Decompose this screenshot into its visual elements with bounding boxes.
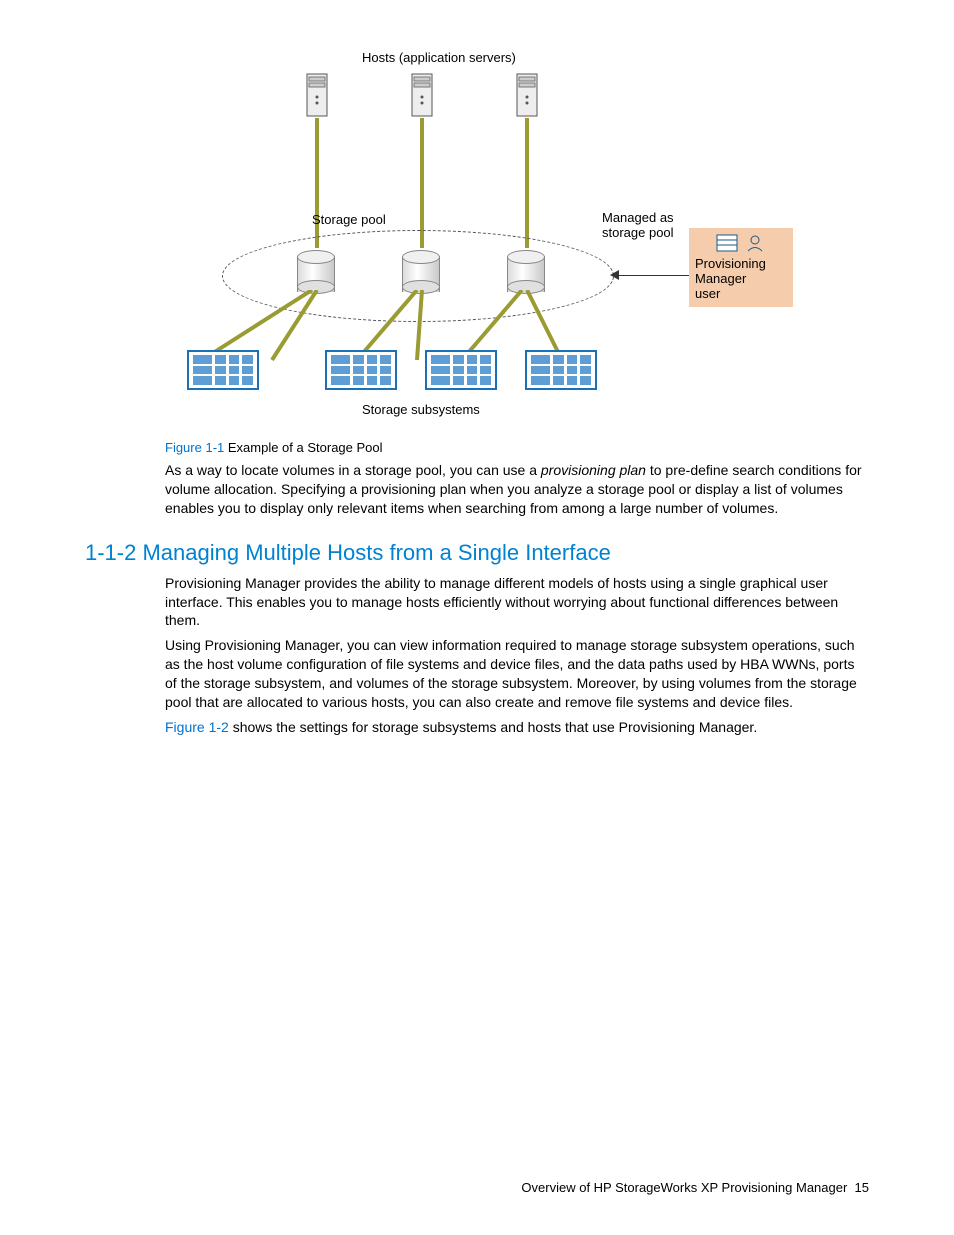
body-text: shows the settings for storage subsystem… [229,719,757,735]
body-paragraph: As a way to locate volumes in a storage … [165,461,869,518]
document-page: Hosts (application servers) Stora [0,0,954,1235]
emphasis-text: provisioning plan [541,462,646,478]
connector-line [420,118,424,248]
storage-volume-icon [297,250,333,294]
connector-line [315,118,319,248]
arrow-head-icon [610,270,619,280]
section-heading: 1-1-2 Managing Multiple Hosts from a Sin… [85,540,869,566]
body-paragraph: Figure 1-2 shows the settings for storag… [165,718,869,737]
storage-subsystem-icon [425,350,497,390]
storage-volume-icon [507,250,543,294]
provisioning-manager-user-box: Provisioning Manager user [689,228,793,307]
body-paragraph: Provisioning Manager provides the abilit… [165,574,869,631]
storage-subsystem-icon [187,350,259,390]
storage-volume-icon [402,250,438,294]
managed-as-label: Managed as storage pool [602,210,674,240]
user-box-text: user [695,286,787,301]
user-box-text: Manager [695,271,787,286]
figure-reference-link[interactable]: Figure 1-2 [165,719,229,735]
host-server-icon [515,72,539,118]
storage-subsystem-icon [325,350,397,390]
storage-subsystems-label: Storage subsystems [362,402,480,417]
page-footer: Overview of HP StorageWorks XP Provision… [521,1180,869,1195]
body-text: As a way to locate volumes in a storage … [165,462,541,478]
storage-pool-label: Storage pool [312,212,386,227]
host-server-icon [410,72,434,118]
page-number: 15 [855,1180,869,1195]
server-rack-icon [716,234,738,252]
hosts-label: Hosts (application servers) [362,50,516,65]
figure-caption: Figure 1-1 Example of a Storage Pool [165,440,869,455]
body-paragraph: Using Provisioning Manager, you can view… [165,636,869,712]
user-box-text: Provisioning [695,256,787,271]
figure-caption-text: Example of a Storage Pool [224,440,382,455]
user-monitor-icon [744,234,766,252]
footer-text: Overview of HP StorageWorks XP Provision… [521,1180,847,1195]
connector-line [525,118,529,248]
figure-reference-link[interactable]: Figure 1-1 [165,440,224,455]
storage-subsystem-icon [525,350,597,390]
arrow-line [614,275,689,276]
storage-pool-diagram: Hosts (application servers) Stora [162,50,792,430]
host-server-icon [305,72,329,118]
